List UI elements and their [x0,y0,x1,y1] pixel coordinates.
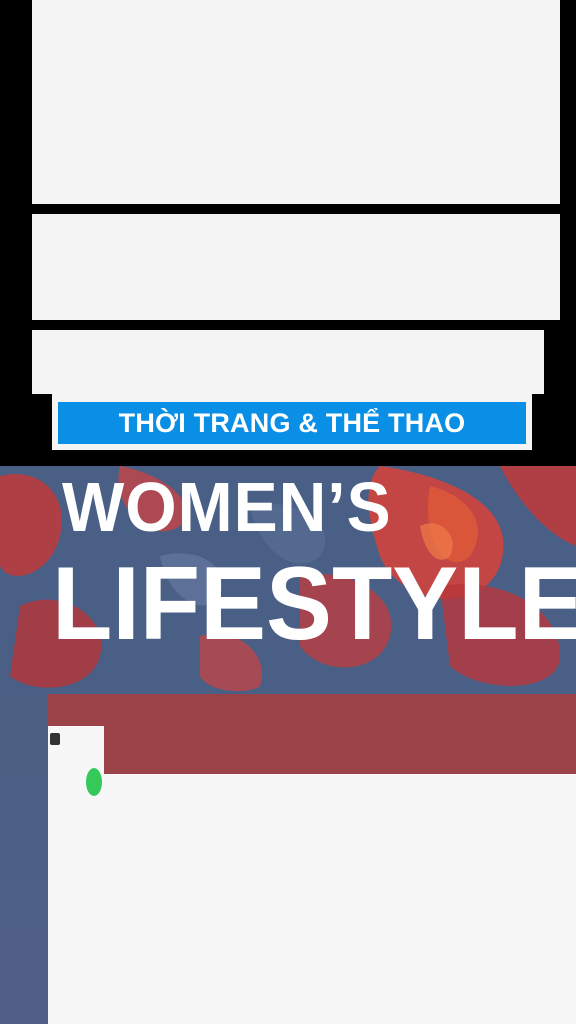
lower-left-blue-strip [0,694,48,1024]
small-dark-mark [50,733,60,745]
lower-white-panel [32,330,544,394]
lower-red-band [48,694,576,774]
headline-line-2: LIFESTYLE [52,546,576,662]
headline-line-1: WOMEN’S [62,468,392,546]
green-accent-dot [86,768,102,796]
category-banner-text: THỜI TRANG & THỂ THAO [118,407,466,438]
middle-white-panel [32,214,560,320]
top-white-panel [32,0,560,204]
poster-canvas: THỜI TRANG & THỂ THAO WOMEN’S LIFESTYLE [0,0,576,1024]
lower-white-area [48,774,576,1024]
category-banner: THỜI TRANG & THỂ THAO [58,402,526,444]
